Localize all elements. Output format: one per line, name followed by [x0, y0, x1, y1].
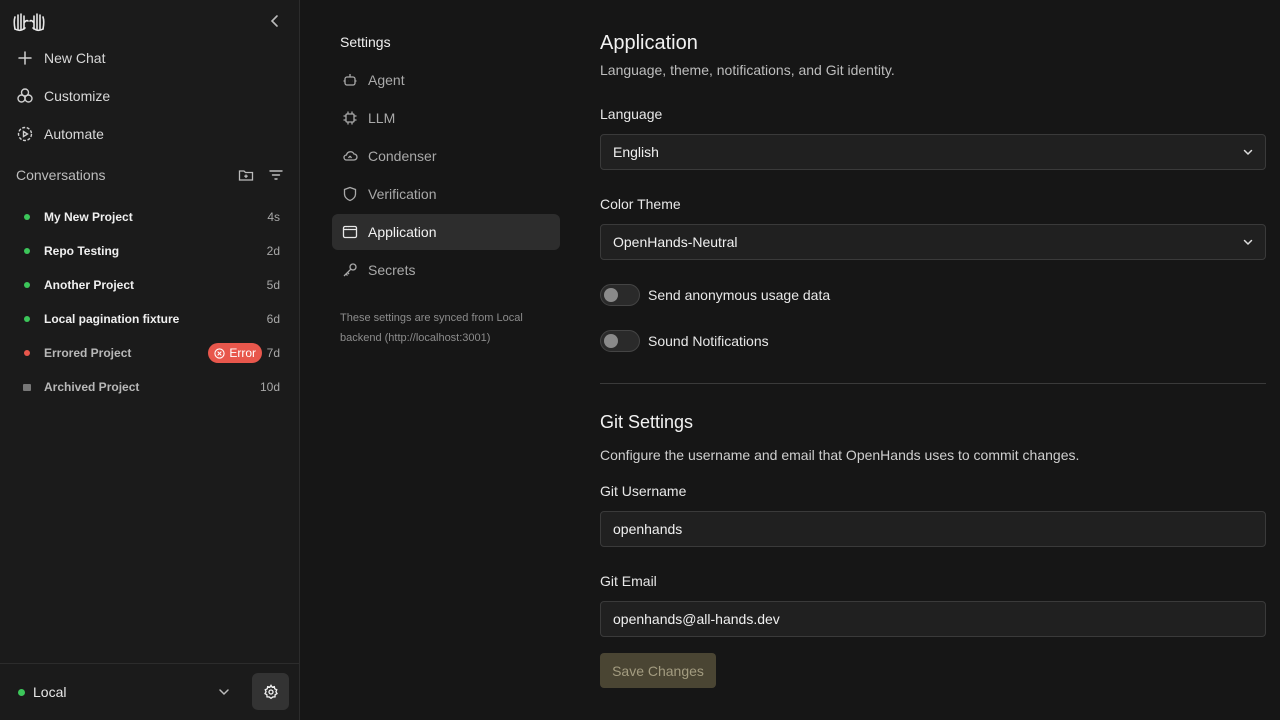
usage-data-label: Send anonymous usage data — [648, 287, 831, 303]
settings-tab-verification[interactable]: Verification — [332, 176, 560, 212]
settings-tab-secrets[interactable]: Secrets — [332, 252, 560, 288]
theme-value: OpenHands-Neutral — [613, 234, 738, 250]
status-dot — [24, 282, 30, 288]
conversation-time: 7d — [266, 346, 280, 360]
conversation-list: My New Project 4s Repo Testing 2d Anothe… — [16, 200, 284, 404]
language-label: Language — [600, 106, 663, 122]
customize-button[interactable]: Customize — [16, 82, 110, 110]
plus-icon — [18, 51, 32, 65]
chevron-down-icon[interactable] — [216, 684, 232, 700]
backend-selector[interactable]: Local — [18, 684, 66, 700]
git-email-label: Git Email — [600, 573, 657, 589]
status-dot — [24, 214, 30, 220]
settings-tab-label: Verification — [368, 186, 437, 202]
theme-label: Color Theme — [600, 196, 681, 212]
sidebar-footer: Local — [0, 663, 299, 720]
conversation-name: Repo Testing — [44, 244, 120, 258]
settings-tab-application[interactable]: Application — [332, 214, 560, 250]
conversation-time: 6d — [266, 312, 280, 326]
git-username-label: Git Username — [600, 483, 687, 499]
automate-button[interactable]: Automate — [16, 120, 104, 148]
git-username-input[interactable]: openhands — [600, 511, 1266, 547]
conversation-name: Local pagination fixture — [44, 312, 180, 326]
sound-toggle-row: Sound Notifications — [600, 330, 769, 352]
chip-icon — [343, 111, 357, 125]
conversation-item[interactable]: Archived Project 10d — [16, 370, 284, 404]
save-changes-button[interactable]: Save Changes — [600, 653, 716, 688]
sidebar: New Chat Customize Automate Conversation… — [0, 0, 300, 720]
chevron-down-icon — [1243, 149, 1253, 156]
status-dot — [24, 248, 30, 254]
shield-icon — [343, 186, 357, 202]
language-select[interactable]: English — [600, 134, 1266, 170]
sync-note: These settings are synced from Local bac… — [340, 312, 523, 344]
automate-label: Automate — [44, 126, 104, 142]
language-value: English — [613, 144, 659, 160]
settings-tab-label: Agent — [368, 72, 405, 88]
window-icon — [342, 225, 358, 239]
customize-icon — [17, 88, 33, 103]
automate-icon — [17, 126, 33, 142]
conversation-name: My New Project — [44, 210, 133, 224]
page-title: Application — [600, 32, 698, 54]
settings-tab-llm[interactable]: LLM — [332, 100, 560, 136]
toggle-knob — [604, 334, 618, 348]
conversation-time: 5d — [266, 278, 280, 292]
usage-data-toggle-row: Send anonymous usage data — [600, 284, 830, 306]
conversation-name: Another Project — [44, 278, 135, 292]
conversation-name: Errored Project — [44, 346, 132, 360]
backend-label: Local — [33, 684, 67, 700]
collapse-sidebar-icon[interactable] — [266, 12, 284, 30]
settings-tab-condenser[interactable]: Condenser — [332, 138, 560, 174]
theme-select[interactable]: OpenHands-Neutral — [600, 224, 1266, 260]
status-dot — [18, 688, 25, 696]
git-email-value: openhands@all-hands.dev — [613, 611, 780, 627]
sound-notifications-toggle[interactable] — [600, 330, 640, 352]
error-badge-label: Error — [229, 346, 256, 360]
conversation-item[interactable]: Local pagination fixture 6d — [16, 302, 284, 336]
settings-tab-label: Application — [368, 224, 437, 240]
conversation-time: 4s — [267, 210, 280, 224]
git-settings-title: Git Settings — [600, 412, 694, 432]
page-subtitle: Language, theme, notifications, and Git … — [600, 62, 895, 78]
openhands-logo[interactable] — [12, 8, 46, 32]
conversation-name: Archived Project — [44, 380, 140, 394]
error-badge: Error — [208, 343, 262, 363]
conversation-time: 10d — [259, 380, 280, 394]
conversation-item[interactable]: Errored Project Error 7d — [16, 336, 284, 370]
settings-title: Settings — [340, 34, 391, 50]
conversation-item[interactable]: Repo Testing 2d — [16, 234, 284, 268]
conversation-item[interactable]: Another Project 5d — [16, 268, 284, 302]
customize-label: Customize — [44, 88, 111, 104]
settings-button[interactable] — [252, 673, 289, 710]
robot-icon — [343, 74, 357, 86]
key-icon — [343, 263, 357, 277]
conversation-item[interactable]: My New Project 4s — [16, 200, 284, 234]
settings-tab-label: Secrets — [368, 262, 416, 278]
filter-icon[interactable] — [268, 167, 284, 183]
conversations-title: Conversations — [16, 167, 106, 183]
new-chat-button[interactable]: New Chat — [16, 44, 105, 72]
conversations-header: Conversations — [16, 164, 284, 186]
toggle-knob — [604, 288, 618, 302]
gear-icon — [263, 683, 278, 699]
new-chat-label: New Chat — [44, 50, 106, 66]
status-dot — [24, 350, 30, 356]
usage-data-toggle[interactable] — [600, 284, 640, 306]
settings-tab-agent[interactable]: Agent — [332, 62, 560, 98]
git-email-input[interactable]: openhands@all-hands.dev — [600, 601, 1266, 637]
divider — [600, 383, 1266, 384]
git-settings-subtitle: Configure the username and email that Op… — [600, 447, 1080, 463]
new-folder-icon[interactable] — [238, 167, 254, 183]
settings-tab-label: LLM — [368, 110, 396, 126]
git-username-value: openhands — [613, 521, 683, 537]
error-icon — [214, 347, 225, 359]
conversation-time: 2d — [266, 244, 280, 258]
settings-tab-label: Condenser — [368, 148, 437, 164]
chevron-down-icon — [1243, 239, 1253, 246]
sound-notifications-label: Sound Notifications — [648, 333, 769, 349]
status-dot — [24, 316, 30, 322]
archive-icon — [23, 383, 31, 391]
cloud-icon — [343, 151, 358, 161]
